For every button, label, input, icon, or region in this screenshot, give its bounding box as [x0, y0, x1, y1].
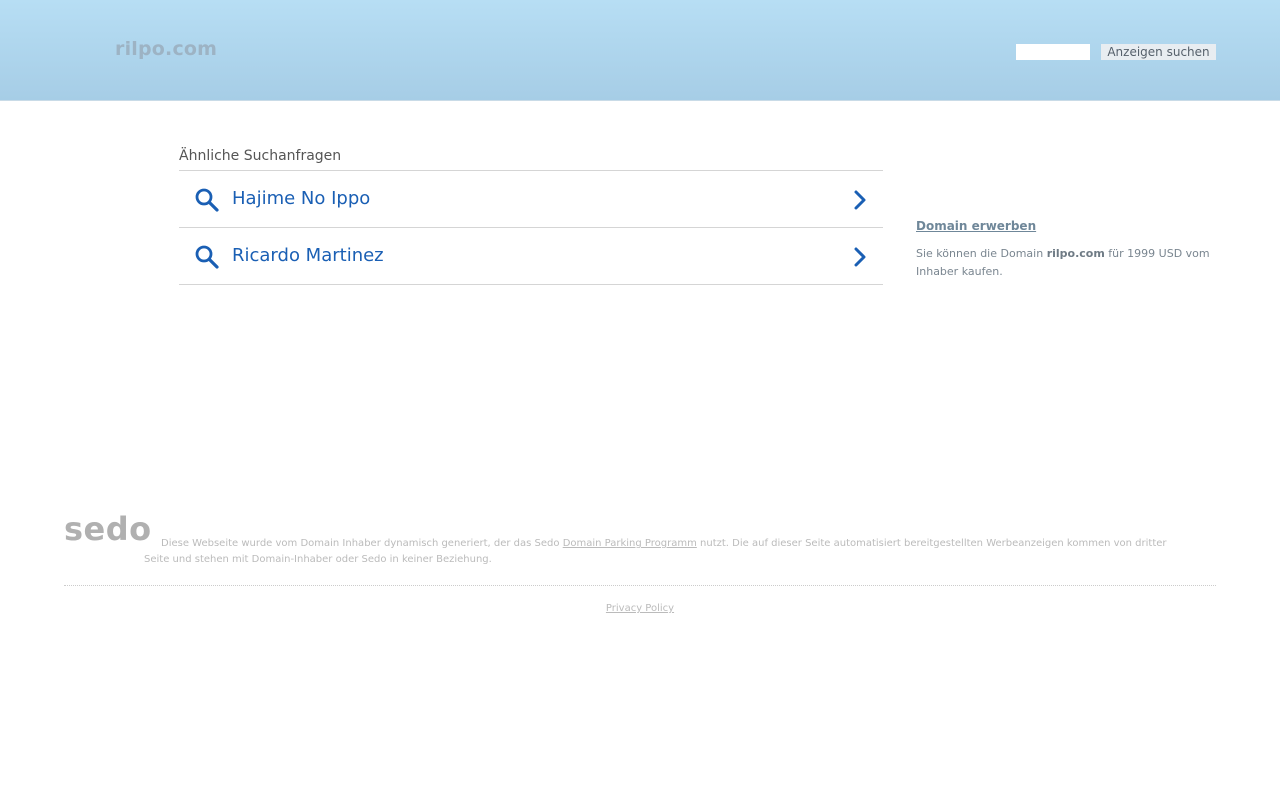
domain-title[interactable]: rilpo.com — [115, 38, 217, 60]
disclaimer-text: Diese Webseite wurde vom Domain Inhaber … — [144, 536, 1184, 568]
buy-domain-box: Domain erwerben Sie können die Domain ri… — [916, 218, 1221, 281]
search-result-row[interactable]: Ricardo Martinez — [179, 228, 883, 285]
related-searches: Ähnliche Suchanfragen Hajime No Ippo Ric… — [179, 146, 883, 285]
disclaimer-before: Diese Webseite wurde vom Domain Inhaber … — [161, 538, 563, 549]
chevron-right-icon — [854, 247, 866, 267]
domain-parking-link[interactable]: Domain Parking Programm — [563, 538, 697, 549]
buy-text-before: Sie können die Domain — [916, 247, 1047, 260]
footer-divider — [64, 585, 1216, 586]
search-icon — [195, 245, 219, 269]
search-result-label: Ricardo Martinez — [232, 245, 384, 266]
related-searches-heading: Ähnliche Suchanfragen — [179, 146, 883, 171]
privacy-policy: Privacy Policy — [0, 602, 1280, 616]
buy-domain-name: rilpo.com — [1046, 247, 1105, 260]
privacy-policy-link[interactable]: Privacy Policy — [606, 603, 674, 614]
search-result-label: Hajime No Ippo — [232, 188, 371, 209]
search-icon — [195, 188, 219, 212]
buy-domain-text: Sie können die Domain rilpo.com für 1999… — [916, 245, 1221, 281]
sedo-logo: sedo — [64, 510, 152, 548]
search-input[interactable] — [1016, 44, 1090, 60]
search-ads-button[interactable]: Anzeigen suchen — [1101, 44, 1216, 60]
search-result-row[interactable]: Hajime No Ippo — [179, 171, 883, 228]
header: rilpo.com Anzeigen suchen — [0, 0, 1280, 101]
buy-domain-link[interactable]: Domain erwerben — [916, 218, 1221, 234]
chevron-right-icon — [854, 190, 866, 210]
